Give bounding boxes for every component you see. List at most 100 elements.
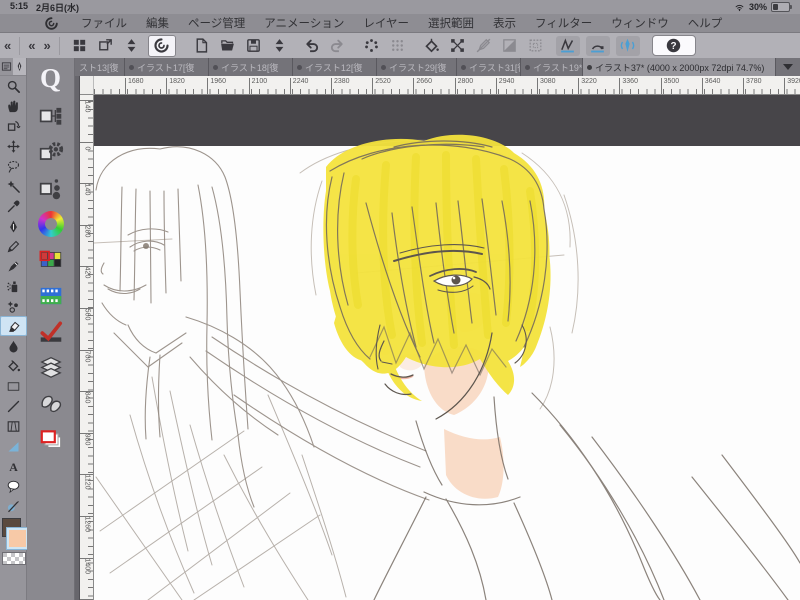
touch-gesture-icon[interactable]: [362, 36, 382, 56]
app-grid-icon[interactable]: [70, 36, 90, 56]
status-indicators: 30%: [734, 2, 792, 12]
canvas-tab[interactable]: イラスト17[復: [125, 58, 209, 76]
palette-quick-access[interactable]: Q: [27, 58, 75, 98]
tool-text[interactable]: [0, 456, 27, 476]
h-ruler-label: 1960: [207, 78, 226, 94]
tool-move[interactable]: [0, 136, 27, 156]
palette-timeline[interactable]: [27, 278, 75, 314]
canvas-tab[interactable]: イラスト31[復: [457, 58, 521, 76]
tool-lasso[interactable]: [0, 156, 27, 176]
palette-auto-action[interactable]: [27, 314, 75, 350]
app-switch-icon[interactable]: [96, 36, 116, 56]
tool-auto-select[interactable]: [0, 176, 27, 196]
tool-frame[interactable]: [0, 416, 27, 436]
tool-balloon[interactable]: [0, 476, 27, 496]
tool-airbrush[interactable]: [0, 276, 27, 296]
tool-zoom[interactable]: [0, 76, 27, 96]
palette-tool-property[interactable]: [27, 98, 75, 134]
help-icon[interactable]: [651, 35, 696, 56]
h-ruler-label: 1680: [125, 78, 144, 94]
tool-figure[interactable]: [0, 396, 27, 416]
all-tools-tab[interactable]: [0, 58, 13, 75]
canvas-tab[interactable]: イラスト12[復: [293, 58, 377, 76]
menu-フィルター[interactable]: フィルター: [535, 15, 592, 31]
snap-grid-icon[interactable]: [615, 35, 640, 56]
canvas-tab[interactable]: スト13[復: [75, 58, 125, 76]
divider: [19, 36, 21, 55]
tool-fill[interactable]: [0, 356, 27, 376]
palette-color-set[interactable]: [27, 242, 75, 278]
status-date: 2月6日(水): [36, 2, 80, 13]
battery-percent: 30%: [748, 2, 767, 12]
v-ruler-label: 560: [83, 308, 91, 321]
status-clock: 5:15 2月6日(水): [10, 1, 79, 14]
tab-label: スト13[復: [79, 62, 119, 73]
menu-ヘルプ[interactable]: ヘルプ: [688, 15, 723, 31]
collapse-toolbar-button[interactable]: «: [0, 38, 15, 53]
tool-hand[interactable]: [0, 96, 27, 116]
canvas-tab[interactable]: イラスト19*: [521, 58, 583, 76]
nav-prev-button[interactable]: «: [24, 38, 39, 53]
save-file-icon[interactable]: [244, 36, 264, 56]
nav-next-button[interactable]: »: [39, 38, 54, 53]
transform-icon[interactable]: [448, 36, 468, 56]
palette-settings[interactable]: [27, 134, 75, 170]
tool-palette: [0, 58, 28, 600]
file-nav-icon[interactable]: [270, 36, 290, 56]
undo-icon[interactable]: [302, 36, 322, 56]
sub-color-swatch[interactable]: [7, 528, 28, 549]
new-file-icon[interactable]: [192, 36, 212, 56]
clip-studio-logo-icon[interactable]: [147, 34, 176, 57]
transparent-color-swatch[interactable]: [2, 552, 26, 565]
tool-blend[interactable]: [0, 336, 27, 356]
menu-レイヤー[interactable]: レイヤー: [363, 15, 409, 31]
canvas-tab[interactable]: イラスト29[復: [377, 58, 457, 76]
menu-表示[interactable]: 表示: [493, 15, 516, 31]
palette-brush-size[interactable]: [27, 170, 75, 206]
tab-list-dropdown[interactable]: [776, 58, 800, 76]
tool-ruler[interactable]: [0, 436, 27, 456]
palette-layer-template[interactable]: [27, 350, 75, 386]
menu-ファイル[interactable]: ファイル: [81, 15, 127, 31]
color-wheel-icon: [37, 211, 64, 237]
canvas-tab-active[interactable]: イラスト37* (4000 x 2000px 72dpi 74.7%): [583, 58, 776, 76]
clip-studio-menu-logo-icon[interactable]: [44, 16, 59, 31]
snap-special-ruler-icon[interactable]: [585, 35, 610, 56]
tab-modified-dot: [129, 64, 134, 70]
tab-modified-dot: [587, 64, 592, 70]
tool-decoration[interactable]: [0, 296, 27, 316]
tab-modified-dot: [297, 64, 302, 70]
selection-area-icon: [526, 36, 546, 56]
tab-label: イラスト18[復: [221, 62, 279, 73]
drawing-canvas[interactable]: [94, 95, 800, 600]
menu-編集[interactable]: 編集: [146, 15, 169, 31]
menu-ウィンドウ[interactable]: ウィンドウ: [611, 15, 669, 31]
snap-ruler-icon[interactable]: [555, 35, 580, 56]
tool-rotate[interactable]: [0, 116, 27, 136]
pen-tab[interactable]: [13, 58, 26, 75]
tool-eraser[interactable]: [0, 316, 27, 336]
tool-pen[interactable]: [0, 216, 27, 236]
tool-eyedropper[interactable]: [0, 196, 27, 216]
v-ruler-label: 0: [83, 146, 91, 151]
canvas-tab[interactable]: イラスト18[復: [209, 58, 293, 76]
tool-gradient[interactable]: [0, 376, 27, 396]
palette-material[interactable]: [27, 386, 75, 422]
tool-correct-line[interactable]: [0, 496, 27, 516]
h-ruler-label: 3220: [578, 78, 597, 94]
tool-pencil[interactable]: [0, 236, 27, 256]
canvas-artwork: [94, 95, 800, 600]
palette-toggle-icon[interactable]: [122, 36, 142, 56]
open-file-icon[interactable]: [218, 36, 238, 56]
trim-half-icon: [500, 36, 520, 56]
fill-shortcut-icon[interactable]: [422, 36, 442, 56]
palette-layer[interactable]: [27, 422, 75, 458]
menu-アニメーション[interactable]: アニメーション: [264, 15, 344, 31]
tab-label: イラスト37* (4000 x 2000px 72dpi 74.7%): [595, 62, 765, 73]
h-ruler-label: 3640: [701, 78, 721, 94]
v-ruler-label: 420: [83, 267, 91, 279]
menu-選択範囲[interactable]: 選択範囲: [428, 15, 474, 31]
palette-color-wheel[interactable]: [27, 206, 75, 242]
menu-ページ管理[interactable]: ページ管理: [188, 15, 245, 31]
tool-marker[interactable]: [0, 256, 27, 276]
